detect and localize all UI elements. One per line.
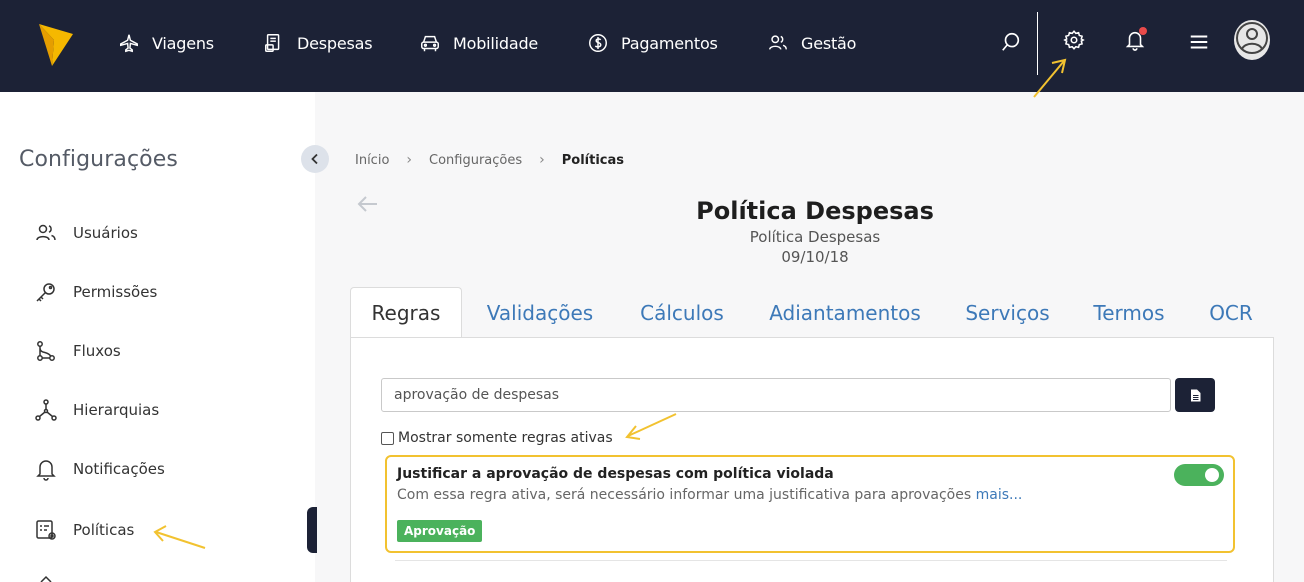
sidebar-item-politicas[interactable]: Políticas [34,515,134,545]
car-icon [421,35,439,52]
collapse-sidebar-button[interactable] [301,145,329,173]
breadcrumb-politicas: Políticas [561,152,625,168]
rules-search-input[interactable] [381,378,1171,412]
chevron-right-icon: › [539,152,545,168]
chevron-left-icon [311,153,318,165]
user-avatar[interactable] [1234,20,1270,60]
rule-more-link[interactable]: mais... [976,487,1023,503]
nav-viagens[interactable]: Viagens [118,28,214,58]
key-icon [36,283,55,302]
flow-icon [37,341,55,361]
annotation-arrow-icon [1033,58,1067,98]
search-submit-button[interactable] [1175,378,1215,412]
sidebar-item-usuarios[interactable]: Usuários [34,218,138,248]
page-title: Política Despesas [696,197,934,225]
sidebar-item-notificacoes[interactable]: Notificações [34,454,165,484]
sidebar-item-label: Notificações [73,460,165,478]
menu-button[interactable] [1185,28,1213,56]
sidebar-item-label: Fluxos [73,342,121,360]
receipt-icon [265,34,280,52]
nav-label: Viagens [152,33,214,53]
active-rules-label[interactable]: Mostrar somente regras ativas [398,430,613,446]
rule-divider [395,560,1227,561]
tab-validacoes[interactable]: Validações [470,287,610,338]
hierarchy-icon [35,399,57,421]
breadcrumb-configuracoes[interactable]: Configurações [429,153,522,168]
annotation-arrow-icon [625,413,677,440]
rule-title: Justificar a aprovação de despesas com p… [397,466,834,482]
nav-label: Pagamentos [621,33,718,53]
breadcrumb-inicio[interactable]: Início [355,153,389,168]
nav-label: Mobilidade [453,33,539,53]
policy-icon [36,520,56,540]
rule-description-text: Com essa regra ativa, será necessário in… [397,487,972,503]
dollar-circle-icon [589,34,607,52]
sidebar-item-permissoes[interactable]: Permissões [34,277,157,307]
sidebar-item-fluxos[interactable]: Fluxos [34,336,121,366]
chevron-right-icon: › [406,152,413,168]
breadcrumb: Início › Configurações › Políticas [355,152,624,168]
page-subtitle: Política Despesas [749,228,881,246]
bell-icon [36,460,56,481]
page-date: 09/10/18 [781,248,849,266]
active-rules-checkbox[interactable] [381,431,394,445]
sidebar-item-label: Políticas [73,521,135,539]
back-arrow-icon[interactable] [357,194,379,214]
annotation-arrow-icon [153,525,206,549]
settings-button[interactable] [1060,26,1088,54]
rule-category-badge: Aprovação [397,520,483,542]
toggle-knob [1205,468,1219,482]
airplane-icon [120,34,138,53]
user-avatar-icon [1236,22,1268,54]
users-icon [36,224,56,241]
nav-pagamentos[interactable]: Pagamentos [587,28,718,58]
nav-label: Despesas [297,33,373,53]
sidebar-item-label: Usuários [73,224,138,242]
sidebar-active-indicator [307,507,317,553]
nav-gestao[interactable]: Gestão [767,28,856,58]
search-button[interactable] [997,28,1025,56]
rule-card[interactable]: Justificar a aprovação de despesas com p… [385,455,1235,553]
tab-termos[interactable]: Termos [1080,287,1178,338]
company-logo[interactable] [38,20,74,68]
tab-servicos[interactable]: Serviços [950,287,1065,338]
notifications-button[interactable] [1121,26,1149,54]
tab-calculos[interactable]: Cálculos [622,287,742,338]
document-icon [1190,389,1200,401]
top-navigation-bar: Viagens Despesas Mobilidade Pagamentos G… [0,0,1304,92]
policy-tabs: Regras Validações Cálculos Adiantamentos… [350,287,1274,338]
rule-active-toggle[interactable] [1174,464,1224,486]
tab-regras[interactable]: Regras [350,287,462,338]
nav-mobilidade[interactable]: Mobilidade [419,28,538,58]
active-rules-filter: Mostrar somente regras ativas [381,430,613,446]
gear-icon [1063,30,1085,50]
sidebar-item-label: Hierarquias [73,401,160,419]
hamburger-menu-icon [1190,35,1208,49]
rule-description: Com essa regra ativa, será necessário in… [397,487,1022,503]
search-icon [1002,32,1020,51]
users-icon [769,35,787,50]
sidebar-item-label: Permissões [73,283,158,301]
nav-despesas[interactable]: Despesas [263,28,373,58]
notification-dot [1139,27,1147,35]
tab-adiantamentos[interactable]: Adiantamentos [755,287,935,338]
nav-label: Gestão [801,33,857,53]
tab-ocr[interactable]: OCR [1195,287,1267,338]
sidebar-title: Configurações [19,147,178,172]
sidebar-item-hierarquias[interactable]: Hierarquias [34,395,159,425]
sidebar-next-item-icon [40,575,52,582]
